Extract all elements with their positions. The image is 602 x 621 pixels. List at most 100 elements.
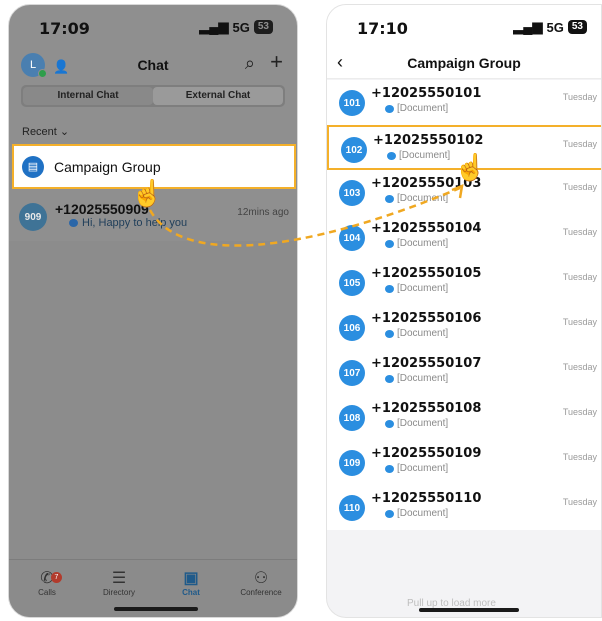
message-preview: [Document] <box>385 373 448 384</box>
add-icon[interactable]: + <box>270 49 283 75</box>
directory-icon: ☰ <box>111 570 127 587</box>
pointer-hand-icon: ☝ <box>454 152 487 182</box>
list-item[interactable]: 108 +12025550108 [Document] Tuesday <box>327 395 601 440</box>
status-bar: 17:10 ▂▄▆ 5G 53 <box>327 5 601 49</box>
recent-filter[interactable]: Recent ⌄ <box>22 125 69 138</box>
list-item[interactable]: 110 +12025550110 [Document] Tuesday <box>327 485 601 530</box>
message-icon <box>385 374 394 383</box>
tab-external-chat[interactable]: External Chat <box>153 87 283 105</box>
status-indicators: ▂▄▆ 5G 53 <box>199 19 273 35</box>
preview-text: [Document] <box>397 418 449 429</box>
status-bar: 17:09 ▂▄▆ 5G 53 <box>9 5 297 49</box>
campaign-group-label: Campaign Group <box>54 158 161 175</box>
message-preview: [Document] <box>385 418 448 429</box>
list-item[interactable]: 105 +12025550105 [Document] Tuesday <box>327 260 601 305</box>
message-preview: [Document] <box>385 193 448 204</box>
campaign-header: ‹ Campaign Group <box>327 49 601 79</box>
avatar: 106 <box>339 315 365 341</box>
tab-internal-chat[interactable]: Internal Chat <box>23 87 153 105</box>
contact-name: +12025550109 <box>371 446 482 461</box>
chat-icon: ▣ <box>183 570 199 587</box>
message-time: Tuesday <box>562 317 597 327</box>
message-preview: [Document] <box>385 328 448 339</box>
nav-label: Chat <box>182 588 200 597</box>
avatar: 109 <box>339 450 365 476</box>
preview-text: [Document] <box>397 373 449 384</box>
preview-text: [Document] <box>397 193 449 204</box>
nav-label: Directory <box>102 588 135 597</box>
status-time: 17:09 <box>39 19 90 38</box>
page-title: Campaign Group <box>407 55 521 71</box>
chat-list-empty-area <box>9 241 297 561</box>
pointer-hand-icon: ☝ <box>131 178 164 208</box>
preview-text: Hi, Happy to help you <box>82 217 188 229</box>
message-preview: [Document] <box>387 150 450 161</box>
status-time: 17:10 <box>357 19 408 38</box>
preview-text: [Document] <box>397 328 449 339</box>
nav-label: Calls <box>38 588 56 597</box>
contact-name: +12025550108 <box>371 401 482 416</box>
avatar: 103 <box>339 180 365 206</box>
network-label: 5G <box>232 19 250 35</box>
contact-name: +12025550105 <box>371 266 482 281</box>
message-time: Tuesday <box>562 92 597 102</box>
preview-text: [Document] <box>399 150 451 161</box>
nav-calls[interactable]: ✆ 7 Calls <box>11 568 83 597</box>
message-icon <box>385 239 394 248</box>
message-icon <box>385 284 394 293</box>
home-indicator <box>114 607 198 611</box>
calls-badge: 7 <box>51 572 62 583</box>
message-time: Tuesday <box>562 139 597 149</box>
campaign-group-screen: 17:10 ▂▄▆ 5G 53 ‹ Campaign Group 101 +120… <box>326 4 602 618</box>
message-time: 12mins ago <box>237 207 289 218</box>
nav-directory[interactable]: ☰ Directory <box>83 568 155 597</box>
avatar: 105 <box>339 270 365 296</box>
message-preview: [Document] <box>385 508 448 519</box>
conference-icon: ⚇ <box>253 570 269 587</box>
message-icon <box>387 151 396 160</box>
message-time: Tuesday <box>562 497 597 507</box>
network-label: 5G <box>546 19 564 35</box>
preview-text: [Document] <box>397 508 449 519</box>
nav-chat[interactable]: ▣ Chat <box>155 568 227 597</box>
avatar: 104 <box>339 225 365 251</box>
list-item[interactable]: 106 +12025550106 [Document] Tuesday <box>327 305 601 350</box>
avatar: 909 <box>19 203 47 231</box>
message-time: Tuesday <box>562 362 597 372</box>
list-item[interactable]: 109 +12025550109 [Document] Tuesday <box>327 440 601 485</box>
chat-type-tabs: Internal Chat External Chat <box>21 85 285 107</box>
chat-screen: 17:09 ▂▄▆ 5G 53 L 👤 Chat ⌕ + Internal Ch… <box>8 4 298 618</box>
message-icon <box>385 419 394 428</box>
message-preview: [Document] <box>385 463 448 474</box>
message-icon <box>385 329 394 338</box>
avatar: 110 <box>339 495 365 521</box>
preview-text: [Document] <box>397 463 449 474</box>
list-item[interactable]: 107 +12025550107 [Document] Tuesday <box>327 350 601 395</box>
message-preview: [Document] <box>385 238 448 249</box>
status-indicators: ▂▄▆ 5G 53 <box>513 19 587 35</box>
battery-icon: 53 <box>567 20 587 34</box>
message-time: Tuesday <box>562 182 597 192</box>
message-icon <box>69 219 78 227</box>
contact-name: +12025550101 <box>371 86 482 101</box>
message-icon <box>385 464 394 473</box>
message-preview: [Document] <box>385 283 448 294</box>
preview-text: [Document] <box>397 238 449 249</box>
chat-header: L 👤 Chat ⌕ + <box>9 49 297 81</box>
message-time: Tuesday <box>562 452 597 462</box>
home-indicator <box>419 608 519 612</box>
group-chat-icon: ▤ <box>22 155 44 178</box>
avatar: 101 <box>339 90 365 116</box>
message-preview: [Document] <box>385 103 448 114</box>
message-time: Tuesday <box>562 272 597 282</box>
list-item[interactable]: 101 +12025550101 [Document] Tuesday <box>327 80 601 125</box>
contact-name: +12025550110 <box>371 491 482 506</box>
preview-text: [Document] <box>397 103 449 114</box>
nav-label: Conference <box>240 588 282 597</box>
list-item[interactable]: 104 +12025550104 [Document] Tuesday <box>327 215 601 260</box>
avatar: 102 <box>341 137 367 163</box>
search-icon[interactable]: ⌕ <box>245 53 255 74</box>
member-list: 101 +12025550101 [Document] Tuesday 102 +1202… <box>327 80 601 530</box>
avatar: 107 <box>339 360 365 386</box>
nav-conference[interactable]: ⚇ Conference <box>225 568 297 597</box>
